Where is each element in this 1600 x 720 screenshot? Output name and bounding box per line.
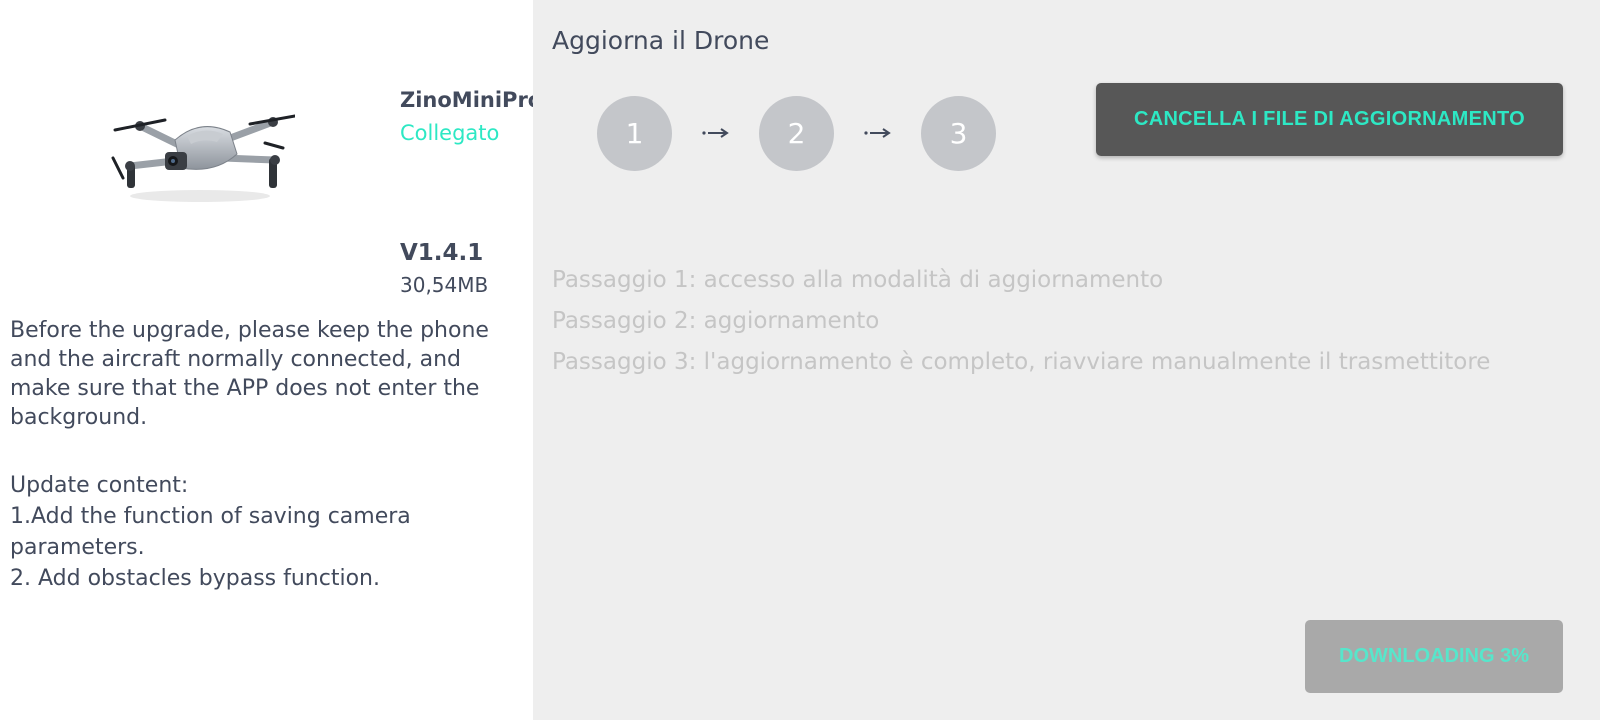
arrow-right-icon — [672, 127, 759, 139]
step-2-description: Passaggio 2: aggiornamento — [552, 308, 880, 334]
step-1-indicator: 1 — [597, 95, 672, 171]
drone-image — [111, 114, 295, 202]
firmware-version: V1.4.1 — [400, 240, 484, 266]
notes-line: Update content: — [10, 473, 189, 498]
step-3-description: Passaggio 3: l'aggiornamento è completo,… — [552, 349, 1491, 375]
connection-status: Collegato — [400, 121, 500, 145]
step-3-indicator: 3 — [921, 95, 996, 171]
notes-line: 2. Add obstacles bypass function. — [10, 566, 380, 591]
clear-update-files-button[interactable]: CANCELLA I FILE DI AGGIORNAMENTO — [1096, 83, 1563, 156]
steps-description: Passaggio 1: accesso alla modalità di ag… — [552, 260, 1490, 383]
step-1-description: Passaggio 1: accesso alla modalità di ag… — [552, 267, 1164, 293]
update-notes: Before the upgrade, please keep the phon… — [10, 316, 515, 594]
arrow-right-icon — [834, 127, 921, 139]
notes-line: 1.Add the function of saving camera para… — [10, 504, 411, 560]
update-stepper: 1 2 3 — [597, 95, 996, 171]
device-info-panel: ZinoMiniPro Collegato V1.4.1 30,54MB Bef… — [0, 0, 542, 720]
update-panel: Aggiorna il Drone 1 2 3 CANCELLA I FILE … — [533, 0, 1600, 720]
download-progress-button[interactable]: DOWNLOADING 3% — [1305, 620, 1563, 693]
upgrade-warning: Before the upgrade, please keep the phon… — [10, 318, 489, 430]
firmware-size: 30,54MB — [400, 273, 489, 297]
device-name: ZinoMiniPro — [400, 88, 543, 112]
page-title: Aggiorna il Drone — [552, 26, 770, 55]
step-2-indicator: 2 — [759, 95, 834, 171]
